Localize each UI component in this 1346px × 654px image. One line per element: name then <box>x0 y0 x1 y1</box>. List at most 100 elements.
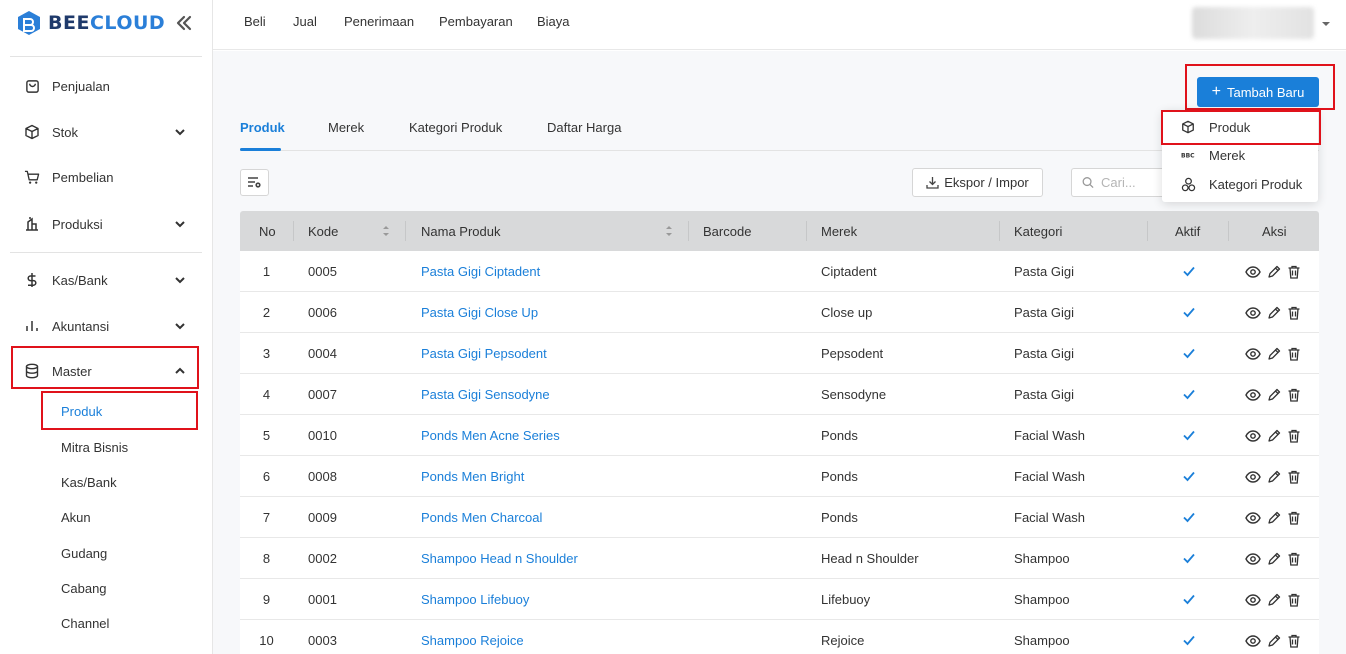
delete-icon[interactable] <box>1286 305 1302 321</box>
view-icon[interactable] <box>1245 633 1261 649</box>
table-row: 7 0009 Ponds Men Charcoal Ponds Facial Wash <box>240 497 1319 538</box>
sidebar-item-penjualan[interactable]: Penjualan <box>12 66 198 106</box>
delete-icon[interactable] <box>1286 592 1302 608</box>
edit-icon[interactable] <box>1266 387 1282 403</box>
header-nama-produk[interactable]: Nama Produk <box>421 211 500 251</box>
sort-icon[interactable] <box>665 224 673 238</box>
sidebar-item-pembelian[interactable]: Pembelian <box>12 157 198 197</box>
delete-icon[interactable] <box>1286 551 1302 567</box>
cell-nama-produk-link[interactable]: Ponds Men Acne Series <box>421 415 560 455</box>
cell-nama-produk-link[interactable]: Shampoo Lifebuoy <box>421 579 529 619</box>
view-icon[interactable] <box>1245 387 1261 403</box>
sidebar-sub-kasbank[interactable]: Kas/Bank <box>61 475 117 490</box>
cell-kategori: Pasta Gigi <box>1014 345 1074 361</box>
cell-nama-produk-link[interactable]: Pasta Gigi Ciptadent <box>421 251 540 291</box>
dropdown-item-kategori-produk[interactable]: Kategori Produk <box>1162 170 1318 198</box>
delete-icon[interactable] <box>1286 264 1302 280</box>
cell-kode: 0003 <box>308 632 337 648</box>
view-icon[interactable] <box>1245 510 1261 526</box>
view-icon[interactable] <box>1245 428 1261 444</box>
cell-nama-produk-link[interactable]: Pasta Gigi Sensodyne <box>421 374 550 414</box>
header-kategori: Kategori <box>1014 223 1063 239</box>
nav-jual[interactable]: Jual <box>293 14 317 29</box>
header-separator <box>806 221 807 241</box>
sidebar-item-stok[interactable]: Stok <box>12 112 198 152</box>
view-icon[interactable] <box>1245 346 1261 362</box>
sidebar-item-produksi[interactable]: Produksi <box>12 204 198 244</box>
edit-icon[interactable] <box>1266 551 1282 567</box>
export-import-button[interactable]: Ekspor / Impor <box>912 168 1043 197</box>
dropdown-item-produk[interactable]: Produk <box>1162 113 1318 141</box>
cell-nama-produk-link[interactable]: Ponds Men Bright <box>421 456 524 496</box>
chevron-up-icon <box>175 367 185 374</box>
column-filter-button[interactable] <box>240 169 269 196</box>
edit-icon[interactable] <box>1266 264 1282 280</box>
edit-icon[interactable] <box>1266 633 1282 649</box>
delete-icon[interactable] <box>1286 633 1302 649</box>
tab-kategori-produk[interactable]: Kategori Produk <box>409 120 502 135</box>
tab-produk[interactable]: Produk <box>240 120 285 135</box>
delete-icon[interactable] <box>1286 387 1302 403</box>
cell-merek: Close up <box>821 304 873 320</box>
cell-nama-produk-link[interactable]: Ponds Men Charcoal <box>421 497 542 537</box>
delete-icon[interactable] <box>1286 469 1302 485</box>
export-import-label: Ekspor / Impor <box>944 175 1029 190</box>
cell-kategori: Shampoo <box>1014 632 1070 648</box>
view-icon[interactable] <box>1245 592 1261 608</box>
delete-icon[interactable] <box>1286 510 1302 526</box>
dropdown-item-merek[interactable]: BBC Merek <box>1162 141 1318 169</box>
download-icon <box>926 177 939 189</box>
collapse-sidebar-icon[interactable] <box>173 12 195 34</box>
header-barcode: Barcode <box>703 223 752 239</box>
edit-icon[interactable] <box>1266 510 1282 526</box>
edit-icon[interactable] <box>1266 592 1282 608</box>
edit-icon[interactable] <box>1266 469 1282 485</box>
cell-kategori: Facial Wash <box>1014 509 1086 525</box>
sidebar-sub-cabang[interactable]: Cabang <box>61 581 107 596</box>
sidebar-sub-akun[interactable]: Akun <box>61 510 91 525</box>
delete-icon[interactable] <box>1286 346 1302 362</box>
cell-merek: Ponds <box>821 427 858 443</box>
edit-icon[interactable] <box>1266 428 1282 444</box>
cell-nama-produk-link[interactable]: Pasta Gigi Pepsodent <box>421 333 547 373</box>
user-account-blurred[interactable] <box>1192 7 1314 39</box>
add-new-button[interactable]: + Tambah Baru <box>1197 77 1319 107</box>
check-icon <box>1181 374 1197 414</box>
header-separator <box>405 221 406 241</box>
edit-icon[interactable] <box>1266 305 1282 321</box>
cell-nama-produk-link[interactable]: Pasta Gigi Close Up <box>421 292 538 332</box>
nav-biaya[interactable]: Biaya <box>537 14 570 29</box>
view-icon[interactable] <box>1245 551 1261 567</box>
cell-kategori: Shampoo <box>1014 550 1070 566</box>
sidebar-item-master[interactable]: Master <box>12 351 198 391</box>
sidebar-item-kasbank[interactable]: Kas/Bank <box>12 260 198 300</box>
view-icon[interactable] <box>1245 469 1261 485</box>
view-icon[interactable] <box>1245 305 1261 321</box>
header-kode[interactable]: Kode <box>308 211 338 251</box>
cell-merek: Lifebuoy <box>821 591 871 607</box>
cell-kode: 0005 <box>308 263 337 279</box>
tab-merek[interactable]: Merek <box>328 120 364 135</box>
sidebar-sub-produk[interactable]: Produk <box>61 404 102 419</box>
sidebar-item-label: Produksi <box>52 216 103 232</box>
sidebar-sub-mitra-bisnis[interactable]: Mitra Bisnis <box>61 440 128 455</box>
sort-icon[interactable] <box>382 224 390 238</box>
edit-icon[interactable] <box>1266 346 1282 362</box>
cell-nama-produk-link[interactable]: Shampoo Head n Shoulder <box>421 538 578 578</box>
sidebar-sub-gudang[interactable]: Gudang <box>61 546 107 561</box>
nav-penerimaan[interactable]: Penerimaan <box>344 14 414 29</box>
sidebar-sub-channel[interactable]: Channel <box>61 616 109 631</box>
cell-no: 1 <box>262 263 271 279</box>
nav-pembayaran[interactable]: Pembayaran <box>439 14 513 29</box>
tab-daftar-harga[interactable]: Daftar Harga <box>547 120 621 135</box>
shopping-bag-icon <box>24 78 40 94</box>
delete-icon[interactable] <box>1286 428 1302 444</box>
sidebar-item-akuntansi[interactable]: Akuntansi <box>12 306 198 346</box>
logo[interactable]: BEECLOUD <box>16 10 165 36</box>
caret-down-icon[interactable] <box>1321 19 1331 29</box>
nav-beli[interactable]: Beli <box>244 14 266 29</box>
cell-nama-produk-link[interactable]: Shampoo Rejoice <box>421 620 524 654</box>
cell-merek: Head n Shoulder <box>821 550 919 566</box>
table-header: No Kode Nama Produk Barcode Merek Katego… <box>240 211 1319 251</box>
view-icon[interactable] <box>1245 264 1261 280</box>
